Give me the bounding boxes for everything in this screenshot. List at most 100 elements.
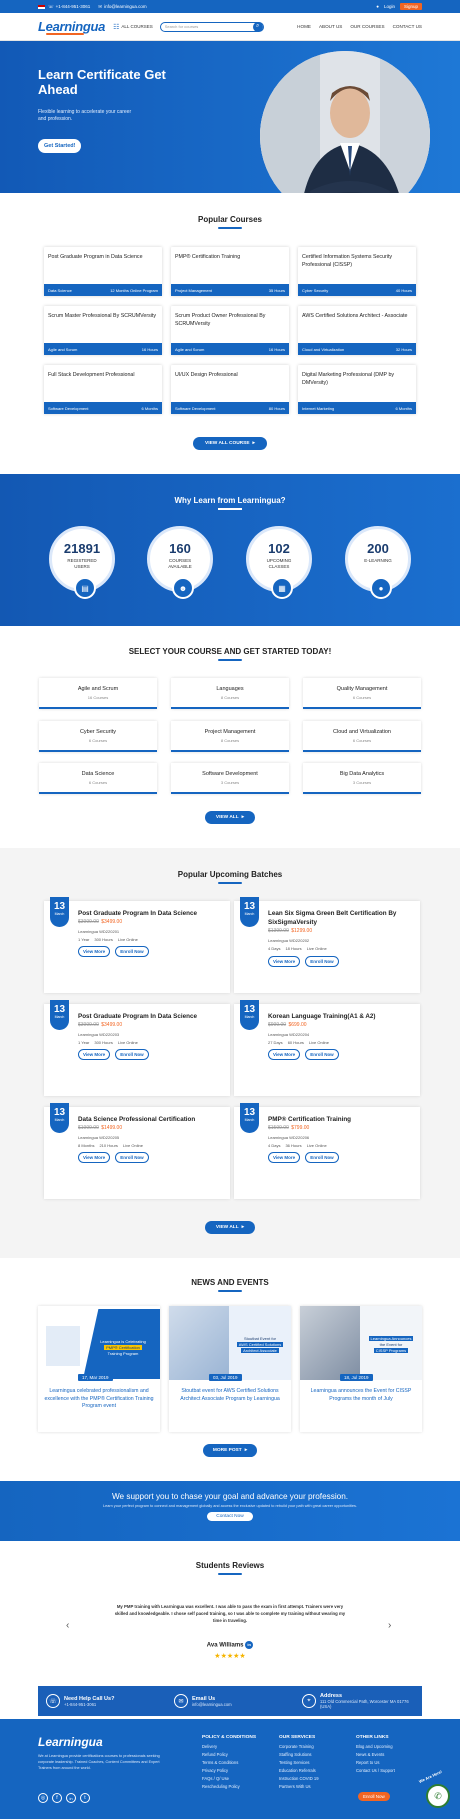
category-card[interactable]: Quality Management 6 Courses	[303, 678, 421, 709]
course-card[interactable]: UI/UX Design Professional Software Develo…	[171, 365, 289, 414]
chat-widget[interactable]: ✆	[426, 1784, 450, 1808]
select-course-title: SELECT YOUR COURSE AND GET STARTED TODAY…	[128, 647, 332, 656]
all-courses-menu[interactable]: ☷ ALL COURSES	[113, 23, 153, 31]
footer-link[interactable]: Testing Services	[279, 1759, 319, 1767]
category-card[interactable]: Data Science 6 Courses	[39, 763, 157, 794]
course-card[interactable]: Post Graduate Program in Data Science Dat…	[44, 247, 162, 296]
footer-link[interactable]: Blog and Upcoming	[356, 1743, 395, 1751]
course-card[interactable]: PMP® Certification Training Project Manag…	[171, 247, 289, 296]
category-card[interactable]: Cloud and Virtualization 6 Courses	[303, 721, 421, 752]
contact-phone-value: +1-844-951-3061	[64, 1701, 97, 1707]
contact-now-button[interactable]: Contact Now	[207, 1512, 253, 1521]
view-more-button[interactable]: View More	[78, 1152, 111, 1163]
search-input[interactable]: Search for courses	[165, 24, 199, 29]
get-started-button[interactable]: Get Started!	[38, 139, 82, 153]
reviews-title: Students Reviews	[195, 1561, 265, 1570]
view-all-batches-button[interactable]: VIEW ALL ▸	[205, 1221, 255, 1234]
view-more-button[interactable]: View More	[268, 1152, 301, 1163]
course-duration: 16 Hours	[268, 346, 285, 352]
nav-contact[interactable]: CONTACT US	[393, 24, 422, 29]
category-name: Languages	[216, 686, 244, 692]
news-headline[interactable]: Stoutbat event for AWS Certified Solutio…	[169, 1380, 291, 1403]
category-card[interactable]: Software Development 3 Courses	[171, 763, 289, 794]
top-email[interactable]: info@learningua.com	[104, 4, 147, 9]
signup-button[interactable]: Signup	[399, 3, 422, 10]
course-duration: 12 Months Online Program	[110, 287, 158, 293]
course-name: AWS Certified Solutions Architect - Asso…	[302, 313, 408, 319]
news-card[interactable]: Learningua Announces the Event for CISSP P…	[300, 1306, 422, 1432]
course-card[interactable]: Full Stack Development Professional Softw…	[44, 365, 162, 414]
footer-link[interactable]: Privacy Policy	[202, 1767, 256, 1775]
twitter-icon[interactable]: t	[80, 1793, 90, 1803]
news-card[interactable]: Stoutbat Event for AWS Certified Solution…	[169, 1306, 291, 1432]
course-card[interactable]: Digital Marketing Professional (DMP by D…	[298, 365, 416, 414]
stat-number: 160	[169, 541, 191, 556]
category-card[interactable]: Big Data Analytics 3 Courses	[303, 763, 421, 794]
linkedin-icon[interactable]: in	[66, 1793, 76, 1803]
more-post-button[interactable]: MORE POST ▸	[203, 1444, 257, 1457]
footer-link[interactable]: FAQs / Q/ Use	[202, 1775, 256, 1783]
category-card[interactable]: Languages 8 Courses	[171, 678, 289, 709]
view-more-button[interactable]: View More	[78, 1049, 111, 1060]
course-card[interactable]: Certified Information Systems Security P…	[298, 247, 416, 296]
site-header: Learningua ☷ ALL COURSES Search for cour…	[0, 13, 460, 41]
footer-link[interactable]: Partners With Us	[279, 1783, 319, 1791]
login-link[interactable]: Login	[384, 4, 395, 9]
news-headline[interactable]: Learningua announces the Event for CISSP…	[300, 1380, 422, 1403]
footer-link[interactable]: Instruction COVID 19	[279, 1775, 319, 1783]
nav-courses[interactable]: OUR COURSES	[350, 24, 384, 29]
contact-email[interactable]: ✉ Email Us info@learningua.com	[166, 1694, 294, 1708]
banner-subtitle: Learn your perfect program to connect an…	[103, 1504, 357, 1508]
date-badge: 13 March	[240, 897, 259, 927]
prev-arrow-icon[interactable]: ‹	[66, 1620, 69, 1631]
enroll-now-button[interactable]: Enroll Now	[115, 1049, 149, 1060]
category-card[interactable]: Agile and Scrum 16 Courses	[39, 678, 157, 709]
nav-home[interactable]: HOME	[297, 24, 311, 29]
view-more-button[interactable]: View More	[268, 956, 301, 967]
view-more-button[interactable]: View More	[78, 946, 111, 957]
hero-banner: Learn Certificate Get Ahead Flexible lea…	[0, 41, 460, 193]
category-card[interactable]: Project Management 8 Courses	[171, 721, 289, 752]
instagram-icon[interactable]: ◎	[38, 1793, 48, 1803]
footer-link[interactable]: Staffing Solutions	[279, 1751, 319, 1759]
footer-link[interactable]: Rescheduling Policy	[202, 1783, 256, 1791]
footer-link[interactable]: Refund Policy	[202, 1751, 256, 1759]
stat-label: UPCOMING CLASSES	[266, 558, 292, 569]
date-badge: 13 March	[50, 897, 69, 927]
footer-link[interactable]: Terms & Conditions	[202, 1759, 256, 1767]
course-card[interactable]: Scrum Master Professional By SCRUMVersit…	[44, 306, 162, 355]
enroll-now-button[interactable]: Enroll Now	[305, 956, 339, 967]
news-card[interactable]: Learningua is Celebrating PMP® Certificat…	[38, 1306, 160, 1432]
footer-link[interactable]: Contact Us / Support	[356, 1767, 395, 1775]
view-all-categories-button[interactable]: VIEW ALL ▸	[205, 811, 255, 824]
footer-logo[interactable]: Learningua	[38, 1735, 103, 1749]
next-arrow-icon[interactable]: ›	[388, 1620, 391, 1631]
enroll-now-button[interactable]: Enroll Now	[305, 1152, 339, 1163]
course-category: Project Management	[175, 287, 212, 293]
footer-link[interactable]: Corporate Training	[279, 1743, 319, 1751]
logo-text: Learningua	[38, 18, 106, 34]
view-all-course-button[interactable]: VIEW ALL COURSE ▸	[193, 437, 267, 450]
facebook-icon[interactable]: f	[52, 1793, 62, 1803]
contact-phone[interactable]: ☏ Need Help Call Us? +1-844-951-3061	[38, 1694, 166, 1708]
footer-link[interactable]: Education Referrals	[279, 1767, 319, 1775]
nav-about[interactable]: ABOUT US	[319, 24, 342, 29]
footer-link[interactable]: Delivery	[202, 1743, 256, 1751]
footer-link[interactable]: News & Events	[356, 1751, 395, 1759]
top-phone[interactable]: +1-844-951-3061	[56, 4, 91, 9]
logo[interactable]: Learningua	[38, 19, 105, 35]
course-card[interactable]: Scrum Product Owner Professional By SCRU…	[171, 306, 289, 355]
search-icon[interactable]: ⌕	[252, 21, 263, 32]
linkedin-icon[interactable]: in	[245, 1641, 254, 1649]
batch-code: Learningua WD220206	[268, 1135, 310, 1140]
news-headline[interactable]: Learningua celebrated professionalism an…	[38, 1380, 160, 1411]
footer-link[interactable]: Report to Us	[356, 1759, 395, 1767]
enroll-now-footer-button[interactable]: Enroll Now	[358, 1792, 390, 1801]
enroll-now-button[interactable]: Enroll Now	[115, 1152, 149, 1163]
enroll-now-button[interactable]: Enroll Now	[115, 946, 149, 957]
view-more-button[interactable]: View More	[268, 1049, 301, 1060]
enroll-now-button[interactable]: Enroll Now	[305, 1049, 339, 1060]
category-card[interactable]: Cyber Security 6 Courses	[39, 721, 157, 752]
search-bar[interactable]: Search for courses ⌕	[159, 21, 264, 32]
course-card[interactable]: AWS Certified Solutions Architect - Asso…	[298, 306, 416, 355]
